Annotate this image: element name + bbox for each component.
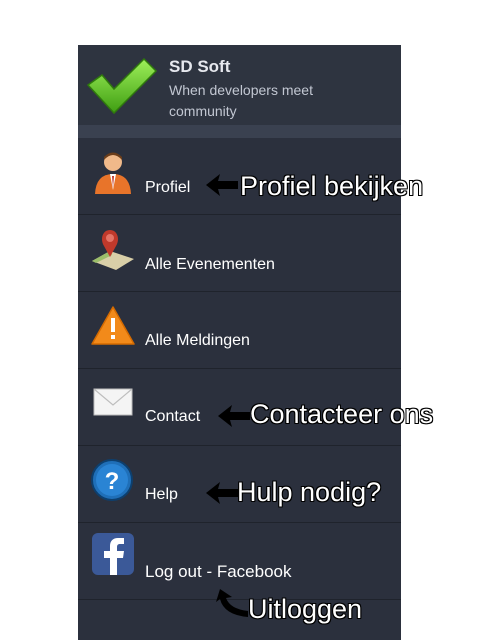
annotation-contact: Contacteer ons: [250, 399, 434, 429]
menu-item-label: Alle Meldingen: [145, 332, 250, 349]
svg-text:?: ?: [105, 468, 120, 495]
annotation-logout: Uitloggen: [248, 594, 363, 624]
arrow-left-icon: [218, 405, 250, 427]
menu-item-label: Log out - Facebook: [145, 562, 292, 581]
annotation-help: Hulp nodig?: [237, 477, 382, 507]
side-menu-panel: SD Soft When developers meet community P…: [78, 45, 401, 640]
warning-icon: [91, 306, 135, 345]
arrow-up-curved-icon: [216, 589, 248, 617]
menu-item-label: Help: [145, 486, 178, 503]
arrow-left-icon: [206, 174, 238, 196]
envelope-icon: [93, 388, 133, 416]
user-profile-icon: [95, 152, 131, 194]
menu-item-label: Profiel: [145, 179, 191, 196]
arrow-left-icon: [206, 482, 238, 504]
facebook-icon: [92, 533, 134, 575]
menu-item-alle-evenementen[interactable]: Alle Evenementen: [78, 215, 401, 292]
header-divider: [78, 125, 401, 138]
map-pin-icon: [92, 230, 134, 270]
app-header: SD Soft When developers meet community: [78, 45, 401, 125]
menu-item-label: Contact: [145, 408, 201, 425]
checkmark-icon: [86, 57, 158, 115]
menu-item-alle-meldingen[interactable]: Alle Meldingen: [78, 292, 401, 369]
menu-item-label: Alle Evenementen: [145, 256, 275, 273]
annotation-profiel: Profiel bekijken: [240, 171, 424, 201]
app-name: SD Soft: [169, 57, 231, 76]
app-tagline: When developers meet community: [169, 82, 313, 119]
help-icon: ?: [91, 459, 133, 501]
